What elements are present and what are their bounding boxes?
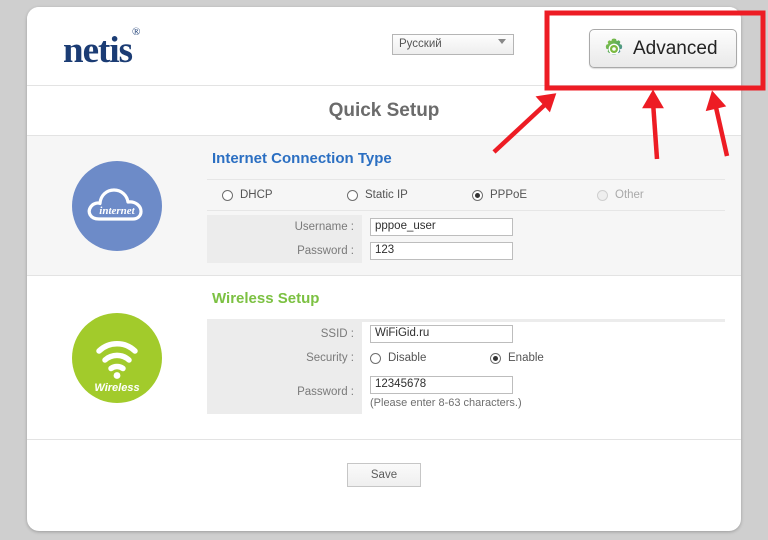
ssid-input[interactable]: WiFiGid.ru [370, 325, 513, 343]
trademark-symbol: ® [132, 26, 139, 38]
internet-body: Internet Connection Type DHCP Static IP … [207, 136, 741, 275]
pppoe-password-label: Password : [207, 239, 362, 263]
advanced-button[interactable]: Advanced [589, 29, 737, 68]
radio-circle-dhcp [222, 190, 233, 201]
gear-icon [602, 37, 626, 61]
radio-label-enable: Enable [508, 352, 544, 364]
language-select-value: Русский [399, 38, 442, 50]
wifi-password-label: Password : [207, 370, 362, 414]
security-label: Security : [207, 346, 362, 370]
radio-label-other: Other [615, 189, 644, 201]
wifi-password-value-cell: 12345678 (Please enter 8-63 characters.) [362, 376, 522, 409]
ssid-value-cell: WiFiGid.ru [362, 325, 513, 343]
pppoe-password-row: Password : 123 [207, 239, 725, 263]
radio-dhcp[interactable]: DHCP [207, 189, 347, 201]
radio-circle-pppoe [472, 190, 483, 201]
advanced-button-label: Advanced [633, 38, 718, 60]
save-button[interactable]: Save [347, 463, 421, 487]
pppoe-form: Username : pppoe_user Password : 123 [207, 215, 725, 263]
radio-security-disable[interactable]: Disable [370, 352, 490, 364]
netis-logo-text: netis [63, 30, 132, 71]
username-value-cell: pppoe_user [362, 218, 513, 236]
radio-static-ip[interactable]: Static IP [347, 189, 472, 201]
footer-action-bar: Save [27, 440, 741, 510]
wireless-signal-icon: Wireless [72, 313, 162, 403]
page-title-bar: Quick Setup [27, 86, 741, 136]
wireless-setup-section: Wireless Wireless Setup SSID : WiFiGid.r… [27, 276, 741, 440]
radio-pppoe[interactable]: PPPoE [472, 189, 597, 201]
ssid-label: SSID : [207, 322, 362, 346]
netis-logo: netis® [63, 29, 139, 72]
internet-icon-label: internet [99, 205, 135, 217]
radio-circle-other [597, 190, 608, 201]
language-select[interactable]: Русский [392, 34, 514, 55]
wireless-form: SSID : WiFiGid.ru Security : Disable [207, 322, 725, 414]
router-admin-card: netis® Русский Advanced [27, 7, 741, 531]
radio-circle-static-ip [347, 190, 358, 201]
internet-cloud-icon: internet [72, 161, 162, 251]
security-row: Security : Disable Enable [207, 346, 725, 370]
wifi-password-input[interactable]: 12345678 [370, 376, 513, 394]
username-input[interactable]: pppoe_user [370, 218, 513, 236]
chevron-down-icon [498, 39, 506, 44]
wireless-icon-label: Wireless [94, 382, 139, 394]
ssid-row: SSID : WiFiGid.ru [207, 322, 725, 346]
internet-icon-col: internet [27, 136, 207, 275]
radio-label-static-ip: Static IP [365, 189, 408, 201]
wireless-icon-col: Wireless [27, 276, 207, 439]
radio-security-enable[interactable]: Enable [490, 352, 544, 364]
page-title: Quick Setup [329, 100, 440, 122]
wifi-password-row: Password : 12345678 (Please enter 8-63 c… [207, 370, 725, 414]
radio-label-disable: Disable [388, 352, 426, 364]
internet-section-heading: Internet Connection Type [212, 150, 741, 167]
username-row: Username : pppoe_user [207, 215, 725, 239]
wifi-password-hint: (Please enter 8-63 characters.) [370, 397, 522, 409]
wireless-body: Wireless Setup SSID : WiFiGid.ru Securit… [207, 276, 741, 439]
radio-label-dhcp: DHCP [240, 189, 273, 201]
radio-circle-disable [370, 353, 381, 364]
radio-label-pppoe: PPPoE [490, 189, 527, 201]
security-radio-group: Disable Enable [362, 352, 544, 364]
username-label: Username : [207, 215, 362, 239]
pppoe-password-value-cell: 123 [362, 242, 513, 260]
radio-circle-enable [490, 353, 501, 364]
internet-connection-section: internet Internet Connection Type DHCP S… [27, 136, 741, 276]
pppoe-password-input[interactable]: 123 [370, 242, 513, 260]
radio-other[interactable]: Other [597, 189, 644, 201]
connection-type-radio-group: DHCP Static IP PPPoE Other [207, 179, 725, 211]
wireless-section-heading: Wireless Setup [212, 290, 741, 307]
page-header: netis® Русский Advanced [27, 7, 741, 86]
